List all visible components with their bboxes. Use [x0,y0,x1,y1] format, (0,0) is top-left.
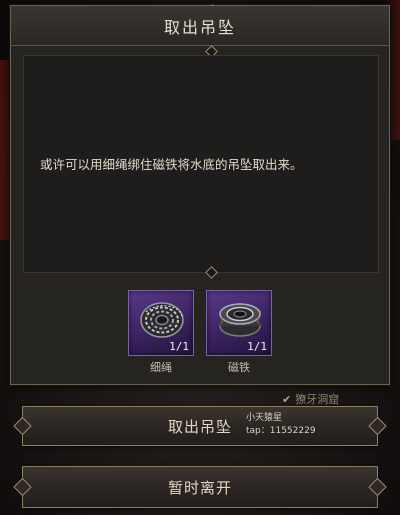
required-items-row: 1/1 细绳 1/1 磁铁 [11,290,389,375]
description-text: 或许可以用细绳绑住磁铁将水底的吊坠取出来。 [40,157,303,172]
leave-button[interactable]: 暂时离开 [13,466,387,508]
item-name: 磁铁 [228,361,250,374]
take-pendant-button-label: 取出吊坠 [167,417,232,436]
item-frame[interactable]: 1/1 [206,290,272,356]
magnet-icon [219,303,261,337]
location-label: 獠牙洞窟 [295,393,340,406]
item-slot-rope[interactable]: 1/1 细绳 [128,290,194,375]
dialog-title: 取出吊坠 [163,17,236,37]
item-count: 1/1 [247,340,267,353]
description-panel: 或许可以用细绳绑住磁铁将水底的吊坠取出来。 [23,55,379,273]
watermark: 小天猿星 tap：11552229 [246,412,316,438]
item-slot-magnet[interactable]: 1/1 磁铁 [206,290,272,375]
watermark-tap: tap：11552229 [246,426,316,437]
check-icon: ✔ [282,392,292,406]
event-dialog: 取出吊坠 或许可以用细绳绑住磁铁将水底的吊坠取出来。 1/1 细绳 1/1 磁铁 [10,4,390,385]
watermark-name: 小天猿星 [246,413,283,423]
location-tag: ✔ 獠牙洞窟 [282,391,339,407]
item-frame[interactable]: 1/1 [128,290,194,356]
dialog-header: 取出吊坠 [11,6,389,46]
diamond-ornament-icon [368,416,387,436]
take-pendant-button[interactable]: 取出吊坠 [13,406,387,446]
diamond-ornament-icon [13,477,32,497]
rope-coil-icon [140,302,184,338]
item-name: 细绳 [150,361,172,374]
diamond-ornament-icon [13,416,32,436]
item-count: 1/1 [169,340,189,353]
leave-button-label: 暂时离开 [167,478,232,497]
diamond-ornament-icon [368,477,387,497]
